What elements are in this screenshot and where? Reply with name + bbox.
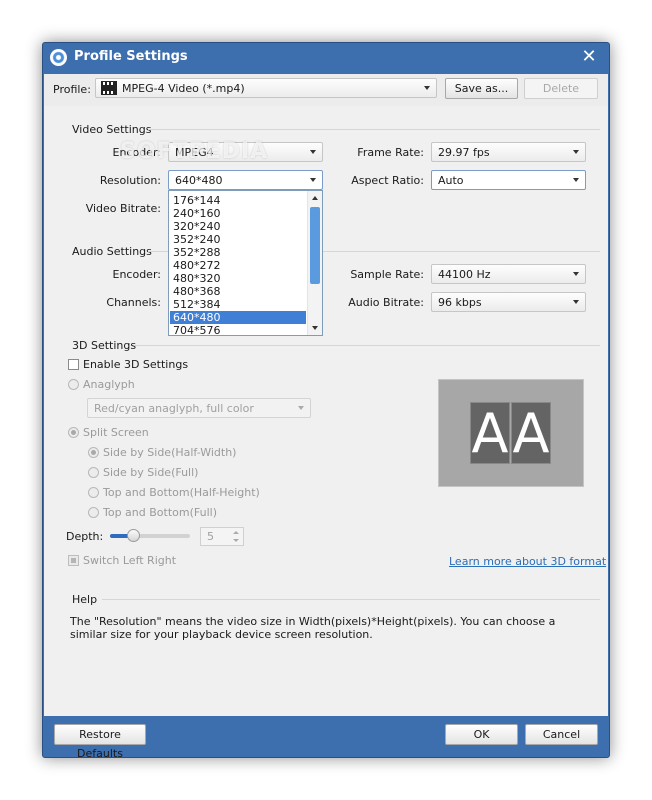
frame-rate-label: Frame Rate:: [357, 146, 424, 159]
chevron-down-icon: [573, 178, 579, 182]
split-option-radio[interactable]: [88, 507, 99, 518]
cancel-button[interactable]: Cancel: [525, 724, 598, 745]
frame-rate-select[interactable]: 29.97 fps: [431, 142, 586, 162]
3d-settings-title: 3D Settings: [72, 339, 137, 352]
anaglyph-label: Anaglyph: [83, 378, 135, 391]
depth-value: 5: [207, 530, 214, 543]
anaglyph-value: Red/cyan anaglyph, full color: [94, 402, 254, 415]
resolution-option[interactable]: 512*384: [170, 298, 306, 311]
video-settings-divider: [148, 129, 600, 130]
split-screen-label: Split Screen: [83, 426, 149, 439]
video-bitrate-label: Video Bitrate:: [85, 202, 161, 215]
chevron-down-icon: [310, 150, 316, 154]
aspect-ratio-value: Auto: [438, 174, 464, 187]
video-encoder-select[interactable]: MPEG4: [168, 142, 323, 162]
profile-label: Profile:: [53, 83, 91, 96]
app-logo-icon: [50, 49, 67, 66]
scroll-down-icon[interactable]: [312, 326, 318, 330]
help-title: Help: [72, 593, 98, 606]
dropdown-scrollbar[interactable]: [307, 191, 322, 335]
resolution-option[interactable]: 480*368: [170, 285, 306, 298]
resolution-select[interactable]: 640*480: [168, 170, 323, 190]
enable-3d-label: Enable 3D Settings: [83, 358, 189, 371]
help-text: The "Resolution" means the video size in…: [70, 615, 556, 641]
scroll-up-icon[interactable]: [312, 196, 318, 200]
audio-bitrate-value: 96 kbps: [438, 296, 482, 309]
title-bar[interactable]: Profile Settings ✕: [43, 43, 609, 73]
chevron-down-icon: [310, 178, 316, 182]
resolution-option[interactable]: 352*240: [170, 233, 306, 246]
resolution-dropdown-list[interactable]: 176*144 240*160 320*240 352*240 352*288 480*2…: [168, 190, 323, 336]
aspect-ratio-label: Aspect Ratio:: [351, 174, 424, 187]
channels-label: Channels:: [106, 296, 161, 309]
depth-spinbox[interactable]: 5: [200, 527, 244, 546]
switch-left-right-checkbox[interactable]: [68, 555, 79, 566]
split-screen-radio[interactable]: [68, 427, 79, 438]
delete-button[interactable]: Delete: [524, 78, 598, 99]
split-option-label: Top and Bottom(Full): [103, 506, 217, 519]
film-icon: [101, 81, 117, 95]
enable-3d-checkbox[interactable]: [68, 359, 79, 370]
resolution-option[interactable]: 176*144: [170, 194, 306, 207]
spin-up-icon[interactable]: [233, 531, 239, 534]
resolution-option[interactable]: 240*160: [170, 207, 306, 220]
audio-settings-title: Audio Settings: [72, 245, 152, 258]
resolution-option[interactable]: 352*288: [170, 246, 306, 259]
aspect-ratio-select[interactable]: Auto: [431, 170, 586, 190]
save-as-button[interactable]: Save as...: [445, 78, 518, 99]
chevron-down-icon: [573, 272, 579, 276]
resolution-option[interactable]: 704*576: [170, 324, 306, 335]
chevron-down-icon: [573, 300, 579, 304]
video-encoder-value: MPEG4: [175, 146, 214, 159]
resolution-option[interactable]: 320*240: [170, 220, 306, 233]
depth-label: Depth:: [66, 530, 104, 543]
chevron-down-icon: [573, 150, 579, 154]
depth-slider-track[interactable]: [110, 534, 190, 538]
preview-letter-right: A: [511, 402, 551, 465]
chevron-down-icon: [298, 406, 304, 410]
sample-rate-value: 44100 Hz: [438, 268, 491, 281]
switch-left-right-label: Switch Left Right: [83, 554, 177, 567]
split-option-label: Side by Side(Half-Width): [103, 446, 237, 459]
anaglyph-select[interactable]: Red/cyan anaglyph, full color: [87, 398, 311, 418]
audio-bitrate-select[interactable]: 96 kbps: [431, 292, 586, 312]
split-option-radio[interactable]: [88, 447, 99, 458]
restore-defaults-button[interactable]: Restore Defaults: [54, 724, 146, 760]
preview-letter-left: A: [470, 402, 510, 465]
resolution-value: 640*480: [175, 174, 223, 187]
window-title: Profile Settings: [74, 49, 188, 64]
scrollbar-thumb[interactable]: [310, 207, 320, 284]
profile-select[interactable]: MPEG-4 Video (*.mp4): [95, 78, 437, 98]
learn-more-3d-link[interactable]: Learn more about 3D format: [449, 555, 606, 568]
depth-slider-thumb[interactable]: [127, 529, 140, 542]
split-option-radio[interactable]: [88, 467, 99, 478]
split-option-label: Top and Bottom(Half-Height): [103, 486, 260, 499]
resolution-label: Resolution:: [99, 174, 161, 187]
audio-bitrate-label: Audio Bitrate:: [348, 296, 424, 309]
resolution-option[interactable]: 640*480: [170, 311, 306, 324]
close-button[interactable]: ✕: [579, 47, 599, 67]
help-divider: [102, 599, 600, 600]
split-option-radio[interactable]: [88, 487, 99, 498]
spin-down-icon[interactable]: [233, 539, 239, 542]
resolution-option[interactable]: 480*320: [170, 272, 306, 285]
sample-rate-select[interactable]: 44100 Hz: [431, 264, 586, 284]
video-settings-title: Video Settings: [72, 123, 152, 136]
chevron-down-icon: [424, 86, 430, 90]
sample-rate-label: Sample Rate:: [350, 268, 424, 281]
video-encoder-label: Encoder:: [112, 146, 162, 159]
profile-value: MPEG-4 Video (*.mp4): [122, 82, 245, 95]
split-option-label: Side by Side(Full): [103, 466, 199, 479]
resolution-option[interactable]: 480*272: [170, 259, 306, 272]
3d-settings-divider: [134, 345, 600, 346]
audio-encoder-label: Encoder:: [112, 268, 162, 281]
3d-preview: A A: [438, 379, 584, 487]
frame-rate-value: 29.97 fps: [438, 146, 490, 159]
anaglyph-radio[interactable]: [68, 379, 79, 390]
ok-button[interactable]: OK: [445, 724, 518, 745]
